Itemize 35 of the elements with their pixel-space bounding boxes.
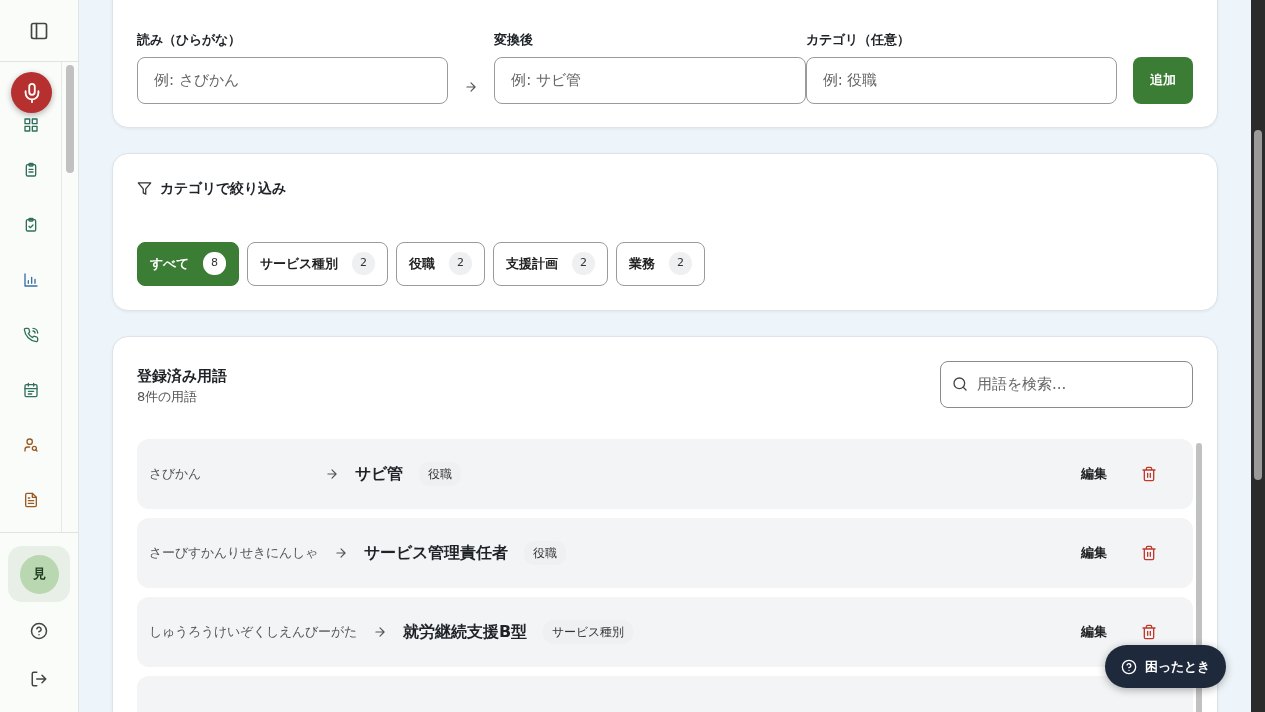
term-text: サービス管理責任者 <box>364 541 508 564</box>
term-text: 就労継続支援B型 <box>403 620 528 643</box>
count-badge: 2 <box>669 252 692 275</box>
user-avatar[interactable]: 見 <box>19 554 59 594</box>
add-button[interactable]: 追加 <box>1133 56 1193 104</box>
edit-button[interactable]: 編集 <box>1075 462 1113 485</box>
category-tag: 役職 <box>524 540 566 565</box>
edit-button[interactable]: 編集 <box>1075 541 1113 564</box>
category-chip[interactable]: 支援計画 2 <box>493 241 608 286</box>
reading-text: しゅうろうけいぞくしえんびーがた <box>149 622 357 641</box>
count-badge: 2 <box>449 252 472 275</box>
count-badge: 8 <box>203 252 226 275</box>
count-badge: 2 <box>352 252 375 275</box>
reading-text: さびかん <box>149 464 202 483</box>
reading-text: さーびすかんりせきにんしゃ <box>149 543 318 562</box>
category-tag: 役職 <box>419 461 461 486</box>
input-field[interactable]: 例: さびかん <box>137 56 449 104</box>
category-chip[interactable]: 役職 2 <box>396 241 485 286</box>
count-badge: 2 <box>572 252 595 275</box>
term-text: サビ管 <box>355 462 403 485</box>
category-chip[interactable]: サービス種別 2 <box>247 241 388 286</box>
field-label: カテゴリ（任意） <box>805 31 911 49</box>
section-title: 登録済み用語 <box>137 365 227 387</box>
section-title: カテゴリで絞り込み <box>160 178 286 198</box>
field-label: 変換後 <box>494 31 535 49</box>
input-field[interactable]: 例: サビ管 <box>494 56 806 104</box>
term-count: 8件の用語 <box>137 388 199 406</box>
field-label: 読み（ひらがな） <box>137 31 242 49</box>
category-chip[interactable]: 業務 2 <box>616 241 705 286</box>
category-tag: サービス種別 <box>543 619 634 644</box>
search-field[interactable]: 用語を検索... <box>940 360 1193 408</box>
edit-button[interactable]: 編集 <box>1075 620 1113 643</box>
category-chip[interactable]: すべて 8 <box>137 241 239 286</box>
help-button[interactable]: 困ったとき <box>1105 645 1226 688</box>
input-field[interactable]: 例: 役職 <box>805 56 1117 104</box>
